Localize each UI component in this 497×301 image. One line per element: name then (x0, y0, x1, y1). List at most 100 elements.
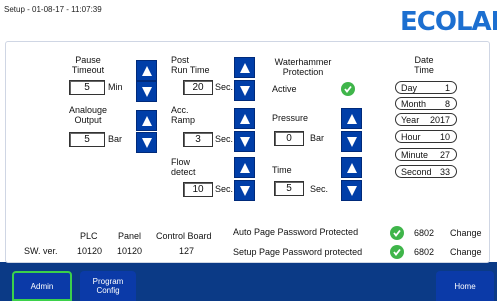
pause-timeout-label-line2: Timeout (71, 65, 105, 75)
app-frame: Setup - 01-08-17 - 11:07:39 ECOLAB Pause… (0, 0, 497, 301)
date-second-value: 33 (439, 167, 450, 177)
post-run-time-label-line1: Post (171, 55, 190, 65)
checkmark-icon (344, 85, 352, 93)
version-row-label: SW. ver. (24, 246, 58, 256)
pressure-unit: Bar (310, 133, 325, 143)
admin-button[interactable]: Admin (12, 271, 72, 301)
arrow-down-icon (239, 85, 250, 96)
program-config-button[interactable]: Program Config (80, 271, 136, 301)
acc-ramp-label-line1: Acc. (171, 105, 189, 115)
arrow-down-icon (141, 86, 152, 97)
arrow-up-icon (239, 113, 250, 124)
post-run-time-value: 20 (183, 80, 213, 95)
setup-page-password-label: Setup Page Password protected (233, 247, 363, 257)
analogue-output-label: Analouge Output (64, 105, 112, 125)
arrow-up-icon (141, 115, 152, 126)
analogue-output-down-button[interactable] (136, 132, 157, 153)
version-plc-value: 10120 (77, 246, 103, 256)
waterhammer-status-check-icon (341, 82, 355, 96)
checkmark-icon (393, 229, 401, 237)
arrow-up-icon (346, 162, 357, 173)
date-time-label: Date Time (404, 55, 444, 75)
version-header-panel: Panel (118, 231, 142, 241)
version-panel-value: 10120 (117, 246, 143, 256)
setup-page-password-code: 6802 (414, 247, 435, 257)
auto-page-password-code: 6802 (414, 228, 435, 238)
date-month-field[interactable]: Month 8 (395, 97, 457, 110)
flow-detect-label: Flow detect (171, 157, 196, 177)
date-year-field[interactable]: Year 2017 (395, 113, 457, 126)
setup-page-password-check-icon (390, 245, 404, 259)
arrow-up-icon (239, 62, 250, 73)
date-day-value: 1 (444, 83, 450, 93)
flow-detect-up-button[interactable] (234, 157, 255, 178)
arrow-up-icon (239, 162, 250, 173)
post-run-time-label-line2: Run Time (171, 65, 210, 75)
page-title: Setup - 01-08-17 - 11:07:39 (4, 5, 102, 14)
pause-timeout-unit: Min (108, 82, 123, 92)
auto-page-password-label: Auto Page Password Protected (233, 227, 359, 237)
analogue-output-up-button[interactable] (136, 110, 157, 131)
version-header-plc: PLC (80, 231, 98, 241)
pressure-down-button[interactable] (341, 131, 362, 152)
arrow-up-icon (346, 113, 357, 124)
arrow-down-icon (239, 185, 250, 196)
home-button-label: Home (454, 281, 476, 291)
analogue-output-label-line2: Output (74, 115, 102, 125)
date-time-label-line2: Time (414, 65, 434, 75)
auto-page-password-check-icon (390, 226, 404, 240)
analogue-output-label-line1: Analouge (68, 105, 108, 115)
date-minute-field[interactable]: Minute 27 (395, 148, 457, 161)
pressure-label: Pressure (272, 113, 309, 123)
date-hour-key: Hour (401, 132, 421, 142)
date-second-key: Second (401, 167, 432, 177)
flow-detect-value: 10 (183, 182, 213, 197)
pressure-value: 0 (274, 131, 304, 146)
admin-button-label: Admin (30, 281, 54, 291)
acc-ramp-value: 3 (183, 132, 213, 147)
post-run-time-up-button[interactable] (234, 57, 255, 78)
pause-timeout-down-button[interactable] (136, 81, 157, 102)
home-button[interactable]: Home (436, 271, 494, 301)
date-month-key: Month (401, 99, 427, 109)
pause-timeout-up-button[interactable] (136, 60, 157, 81)
auto-page-password-change-button[interactable]: Change (450, 228, 482, 238)
post-run-time-down-button[interactable] (234, 80, 255, 101)
waterhammer-label: Waterhammer Protection (268, 57, 338, 77)
checkmark-icon (393, 248, 401, 256)
pause-timeout-label-line1: Pause (75, 55, 101, 65)
setup-page-password-change-button[interactable]: Change (450, 247, 482, 257)
date-time-label-line1: Date (414, 55, 434, 65)
date-minute-key: Minute (401, 150, 429, 160)
post-run-time-unit: Sec. (215, 82, 234, 92)
ecolab-logo: ECOLAB (400, 7, 497, 37)
acc-ramp-up-button[interactable] (234, 108, 255, 129)
version-header-control-board: Control Board (156, 231, 212, 241)
flow-detect-label-line1: Flow (171, 157, 191, 167)
analogue-output-value: 5 (69, 132, 105, 147)
flow-detect-label-line2: detect (171, 167, 196, 177)
date-year-key: Year (401, 115, 420, 125)
setup-panel: Setup - 01-08-17 - 11:07:39 ECOLAB Pause… (0, 0, 497, 264)
date-day-field[interactable]: Day 1 (395, 81, 457, 94)
acc-ramp-down-button[interactable] (234, 131, 255, 152)
waterhammer-active-label: Active (272, 84, 297, 94)
time-down-button[interactable] (341, 180, 362, 201)
time-label: Time (272, 165, 292, 175)
flow-detect-unit: Sec. (215, 184, 234, 194)
date-hour-field[interactable]: Hour 10 (395, 130, 457, 143)
pause-timeout-label: Pause Timeout (66, 55, 110, 75)
program-config-label-line1: Program (92, 277, 124, 286)
acc-ramp-unit: Sec. (215, 134, 234, 144)
date-second-field[interactable]: Second 33 (395, 165, 457, 178)
arrow-up-icon (141, 65, 152, 76)
flow-detect-down-button[interactable] (234, 180, 255, 201)
arrow-down-icon (346, 185, 357, 196)
version-control-board-value: 127 (179, 246, 195, 256)
date-day-key: Day (401, 83, 418, 93)
time-unit: Sec. (310, 184, 329, 194)
acc-ramp-label-line2: Ramp (171, 115, 196, 125)
time-up-button[interactable] (341, 157, 362, 178)
pressure-up-button[interactable] (341, 108, 362, 129)
arrow-down-icon (141, 137, 152, 148)
